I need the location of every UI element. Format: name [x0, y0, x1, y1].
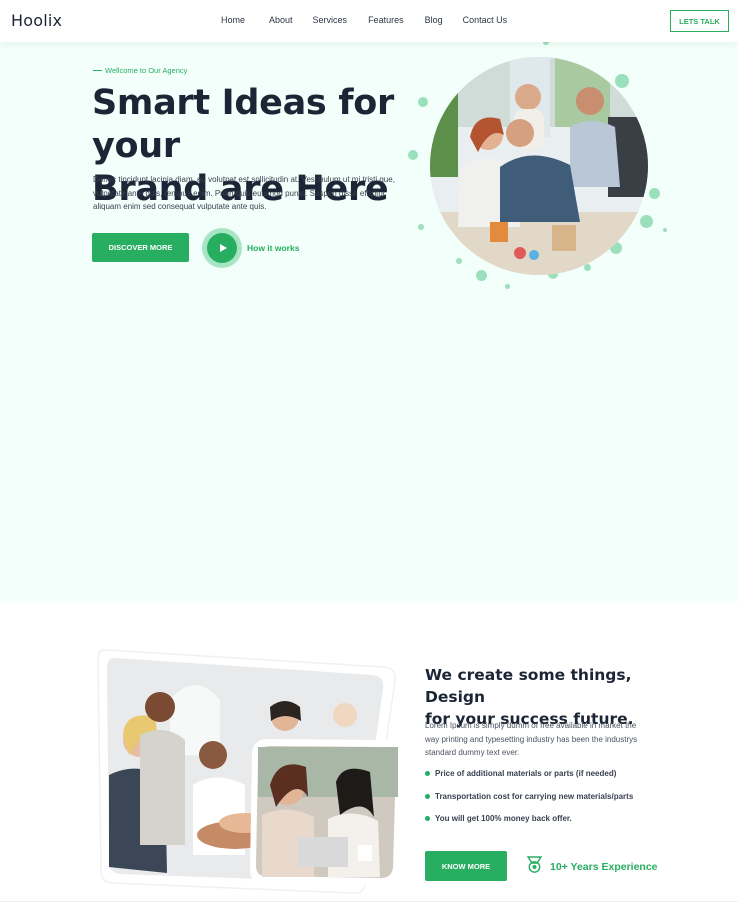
hero-description: Donec tincidunt lacinia diam, eu volutpa… [93, 175, 395, 211]
know-more-button[interactable]: KNOW MORE [425, 851, 507, 881]
list-item-text: You will get 100% money back offer. [435, 814, 572, 823]
about-title-line1: We create some things, Design [425, 666, 632, 706]
nav-contact[interactable]: Contact Us [463, 15, 508, 25]
play-button[interactable] [202, 228, 242, 268]
site-header: Hoolix Home About Services Features Blog… [0, 0, 738, 42]
decor-dot [584, 264, 591, 271]
bullet-dot [425, 793, 430, 799]
nav-home[interactable]: Home [221, 15, 245, 25]
list-item-text: Price of additional materials or parts (… [435, 769, 617, 778]
list-item: Price of additional materials or parts (… [425, 768, 633, 791]
list-item: You will get 100% money back offer. [425, 813, 633, 836]
hero-title-line1: Smart Ideas for your [92, 83, 394, 166]
feature-list: Price of additional materials or parts (… [425, 768, 633, 836]
logo[interactable]: Hoolix [11, 11, 62, 30]
nav-services[interactable]: Services [313, 15, 348, 25]
hero-tagline: Wellcome to Our Agency [93, 66, 187, 75]
play-icon [207, 233, 237, 263]
how-it-works-link[interactable]: How it works [247, 243, 299, 253]
decor-dot [476, 270, 487, 281]
experience-badge: 10+ Years Experience [525, 855, 658, 879]
main-nav: Home About Services Features Blog Contac… [221, 15, 533, 25]
nav-blog[interactable]: Blog [425, 15, 443, 25]
list-item: Transportation cost for carrying new mat… [425, 791, 633, 814]
about-description: Lorem Ipsum is simply dumm of free avail… [425, 721, 638, 757]
section-divider [0, 901, 738, 902]
experience-text: 10+ Years Experience [550, 861, 658, 873]
decor-dot [615, 74, 629, 88]
discover-more-button[interactable]: DISCOVER MORE [92, 233, 189, 262]
tagline-dash [93, 70, 102, 71]
hero-team-photo [430, 57, 648, 275]
decor-dot [456, 258, 462, 264]
lets-talk-button[interactable]: LETS TALK [670, 10, 729, 32]
decor-dot [408, 150, 418, 160]
bullet-dot [425, 816, 430, 821]
hero-section: Wellcome to Our Agency Smart Ideas for y… [0, 39, 738, 603]
decor-dot [418, 97, 428, 107]
decor-dot [505, 284, 510, 289]
nav-features[interactable]: Features [368, 15, 404, 25]
decor-dot [640, 215, 653, 228]
decor-dot [663, 228, 667, 232]
tagline-text: Wellcome to Our Agency [105, 66, 188, 75]
bullet-dot [425, 771, 430, 776]
medal-icon [525, 855, 544, 879]
nav-about[interactable]: About [269, 15, 293, 25]
decor-dot [418, 224, 424, 230]
decor-dot [649, 188, 660, 199]
list-item-text: Transportation cost for carrying new mat… [435, 791, 634, 801]
women-laptop-photo [248, 737, 405, 886]
